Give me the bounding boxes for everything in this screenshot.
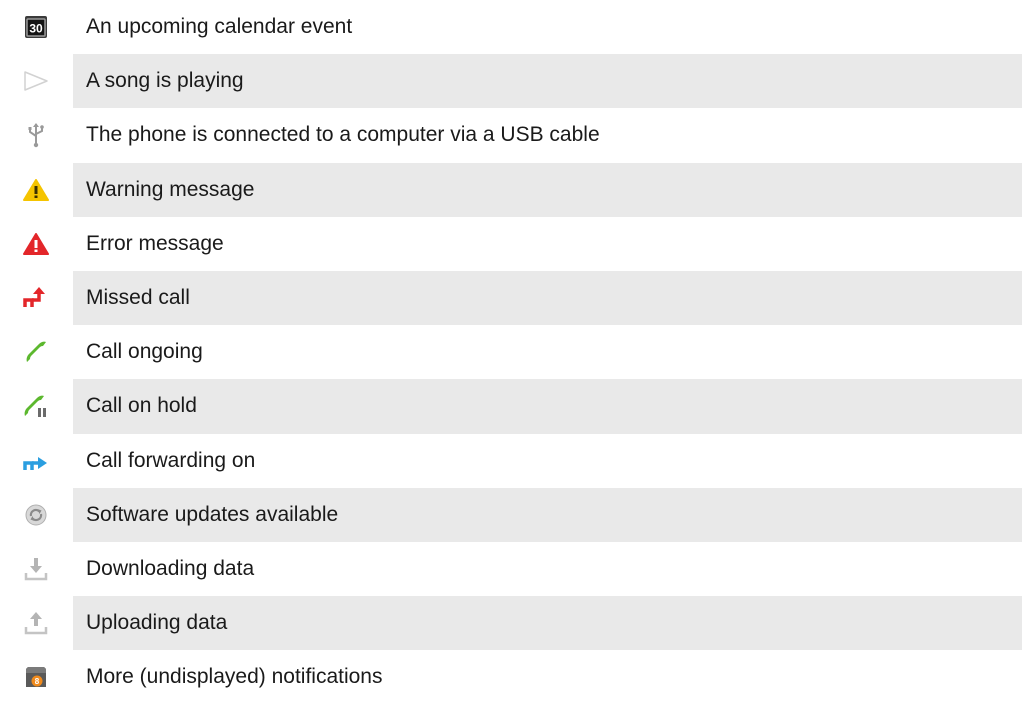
table-row: 30 An upcoming calendar event <box>0 0 1022 54</box>
error-icon <box>0 217 72 271</box>
table-row: Warning message <box>0 162 1022 217</box>
table-row: Uploading data <box>0 596 1022 651</box>
notification-label: Call forwarding on <box>86 448 256 472</box>
download-icon <box>0 542 72 596</box>
table-row: Call on hold <box>0 379 1022 434</box>
notification-label: Call on hold <box>73 379 1022 434</box>
upload-icon <box>0 596 72 650</box>
more-notifications-icon: 8 <box>0 650 72 704</box>
call-on-hold-icon <box>0 379 72 433</box>
call-ongoing-icon <box>0 325 72 379</box>
notification-label: Software updates available <box>73 487 1022 542</box>
svg-text:8: 8 <box>35 677 40 686</box>
table-row: Call forwarding on <box>0 434 1022 488</box>
calendar-icon: 30 <box>0 0 72 54</box>
notification-label: Uploading data <box>73 596 1022 651</box>
notification-label: Error message <box>86 231 224 255</box>
notification-label: Call ongoing <box>86 340 203 364</box>
missed-call-icon <box>0 271 72 325</box>
table-row: 8 More (undisplayed) notifications <box>0 650 1022 704</box>
table-row: Software updates available <box>0 487 1022 542</box>
table-row: Error message <box>0 217 1022 271</box>
notification-label: A song is playing <box>73 54 1022 109</box>
notification-label: Missed call <box>73 270 1022 326</box>
notification-label: The phone is connected to a computer via… <box>86 123 600 147</box>
usb-icon <box>0 108 72 162</box>
table-row: Downloading data <box>0 542 1022 596</box>
software-update-icon <box>0 488 72 542</box>
table-row: Call ongoing <box>0 325 1022 379</box>
call-forwarding-icon <box>0 434 72 488</box>
warning-icon <box>0 163 72 217</box>
play-icon <box>0 54 72 108</box>
notification-icon-table: 30 An upcoming calendar event A song is … <box>0 0 1022 704</box>
table-row: A song is playing <box>0 54 1022 109</box>
notification-label: An upcoming calendar event <box>86 15 353 39</box>
notification-label: Warning message <box>73 162 1022 217</box>
svg-text:30: 30 <box>29 22 43 36</box>
table-row: Missed call <box>0 270 1022 326</box>
table-row: The phone is connected to a computer via… <box>0 108 1022 162</box>
notification-label: Downloading data <box>86 556 255 580</box>
notification-label: More (undisplayed) notifications <box>86 665 383 689</box>
